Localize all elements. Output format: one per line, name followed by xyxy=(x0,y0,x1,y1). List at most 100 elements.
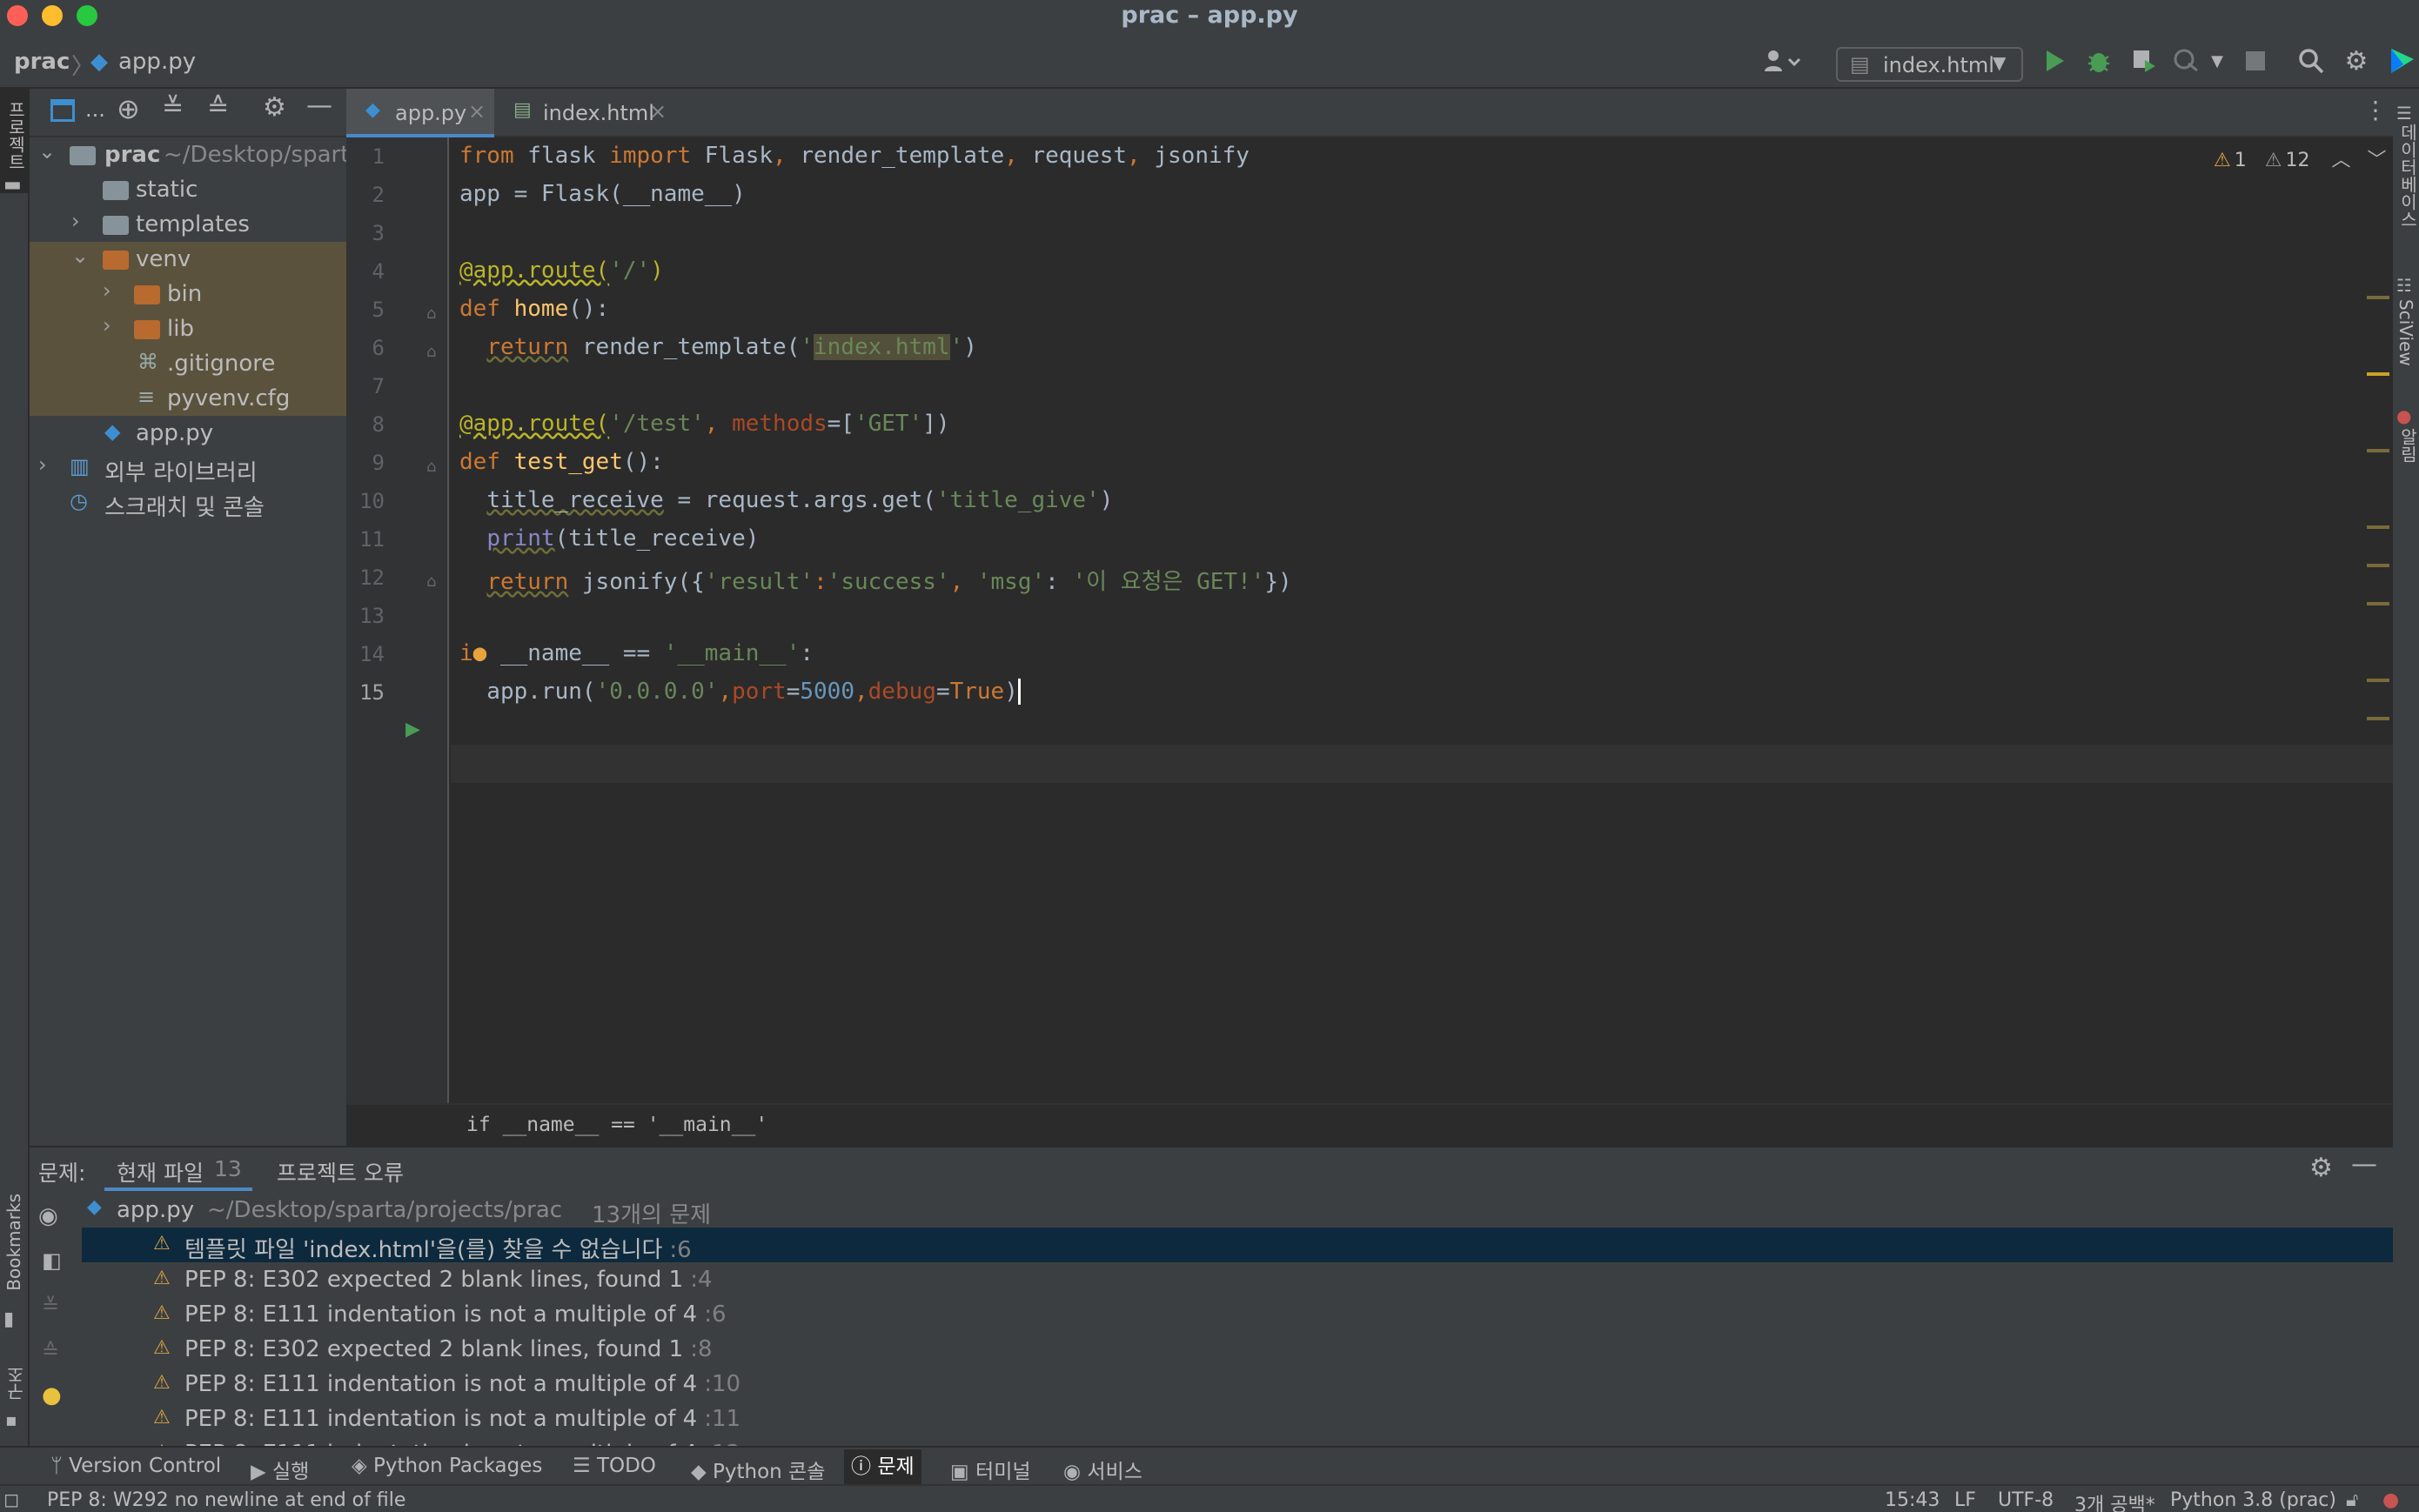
line-number[interactable]: 8 xyxy=(346,412,385,437)
problem-row[interactable]: ⚠ PEP 8: E111 indentation is not a multip… xyxy=(82,1402,2393,1436)
python-interpreter[interactable]: Python 3.8 (prac) xyxy=(2170,1489,2336,1511)
code-line-10[interactable]: title_receive = request.args.get('title_… xyxy=(459,487,1113,513)
hide-panel-icon[interactable]: — xyxy=(2351,1149,2377,1180)
code-line-2[interactable]: app = Flask(__name__) xyxy=(459,181,746,207)
chevron-right-icon[interactable]: › xyxy=(103,313,111,338)
expand-all-icon[interactable]: ≚ xyxy=(42,1294,59,1318)
tool-run[interactable]: ▶ 실행 xyxy=(251,1455,309,1484)
settings-gear-icon[interactable]: ⚙ xyxy=(2341,45,2372,77)
line-number[interactable]: 4 xyxy=(346,259,385,284)
warning-marker[interactable] xyxy=(2367,717,2389,720)
tree-item-bin[interactable]: › bin xyxy=(30,277,346,311)
project-view-selector[interactable]: ... xyxy=(85,97,105,122)
code-line-9[interactable]: def test_get(): xyxy=(459,449,664,475)
coverage-icon[interactable] xyxy=(2128,45,2160,77)
jetbrains-toolbox-icon[interactable] xyxy=(2386,45,2417,77)
breadcrumb-file[interactable]: app.py xyxy=(118,49,196,75)
code-breadcrumb[interactable]: if __name__ == '__main__' xyxy=(346,1103,2393,1146)
settings-gear-icon[interactable]: ⚙ xyxy=(263,92,286,123)
line-number[interactable]: 1 xyxy=(346,144,385,169)
close-tab-icon[interactable]: × xyxy=(468,99,486,124)
run-icon[interactable] xyxy=(2040,45,2071,77)
fold-marker-icon[interactable]: ⌂ xyxy=(426,343,436,361)
status-message[interactable]: PEP 8: W292 no newline at end of file xyxy=(47,1489,405,1511)
tool-todo[interactable]: ☰ TODO xyxy=(573,1455,656,1477)
eye-icon[interactable]: ◉ xyxy=(38,1203,58,1229)
search-icon[interactable] xyxy=(2295,45,2327,77)
chevron-right-icon[interactable]: › xyxy=(71,209,80,233)
fold-marker-icon[interactable]: ⌂ xyxy=(426,304,436,323)
close-tab-icon[interactable]: × xyxy=(649,99,667,124)
code-line-8[interactable]: @app.route('/test', methods=['GET']) xyxy=(459,411,950,437)
structure-tool-label[interactable]: 구조 xyxy=(3,1366,29,1401)
code-line-6[interactable]: return render_template('index.html') xyxy=(459,334,977,360)
breadcrumb-project[interactable]: prac xyxy=(14,49,70,75)
problem-row[interactable]: ⚠ PEP 8: E111 indentation is not a multip… xyxy=(82,1367,2393,1402)
code-line-4[interactable]: @app.route('/') xyxy=(459,258,664,284)
database-tool-label[interactable]: 데이터베이스 xyxy=(2396,124,2419,228)
line-number[interactable]: 5 xyxy=(346,298,385,322)
problems-file-row[interactable]: ◆ app.py ~/Desktop/sparta/projects/prac … xyxy=(82,1193,2393,1228)
line-number[interactable]: 3 xyxy=(346,221,385,245)
line-number[interactable]: 13 xyxy=(346,604,385,628)
fold-marker-icon[interactable]: ⌂ xyxy=(426,458,436,476)
profile-icon[interactable] xyxy=(2170,45,2201,77)
tool-python-console[interactable]: ◆ Python 콘솔 xyxy=(691,1455,825,1484)
line-number[interactable]: 7 xyxy=(346,374,385,398)
next-problem-icon[interactable]: ﹀ xyxy=(2367,150,2386,171)
error-marker[interactable] xyxy=(2367,372,2389,376)
preview-icon[interactable]: ◧ xyxy=(42,1248,62,1273)
chevron-down-icon[interactable]: ⌄ xyxy=(71,244,89,268)
line-number[interactable]: 2 xyxy=(346,183,385,207)
collapse-all-icon[interactable]: ≙ xyxy=(42,1339,59,1363)
line-number[interactable]: 11 xyxy=(346,527,385,552)
warning-marker[interactable] xyxy=(2367,449,2389,452)
tree-root-prac[interactable]: ⌄ prac ~/Desktop/sparta xyxy=(30,137,363,172)
tool-terminal[interactable]: ▣ 터미널 xyxy=(950,1455,1031,1484)
warning-marker[interactable] xyxy=(2367,679,2389,682)
tool-problems[interactable]: ⓘ 문제 xyxy=(844,1449,921,1484)
line-number[interactable]: 6 xyxy=(346,336,385,360)
chevron-right-icon[interactable]: › xyxy=(103,278,111,303)
hide-panel-icon[interactable]: — xyxy=(306,90,332,121)
tool-services[interactable]: ◉ 서비스 xyxy=(1063,1455,1142,1484)
previous-problem-icon[interactable]: ︿ xyxy=(2331,150,2350,171)
bookmarks-tool-label[interactable]: Bookmarks xyxy=(3,1194,24,1291)
line-number[interactable]: 15 xyxy=(346,680,385,705)
warning-marker[interactable] xyxy=(2367,564,2389,567)
code-line-12[interactable]: return jsonify({'result':'success', 'msg… xyxy=(459,564,1291,596)
tree-item-static[interactable]: static xyxy=(30,172,346,207)
code-line-1[interactable]: from flask import Flask, render_template… xyxy=(459,143,1250,169)
line-separator[interactable]: LF xyxy=(1954,1489,1976,1511)
tree-item-lib[interactable]: › lib xyxy=(30,311,346,346)
line-number[interactable]: 10 xyxy=(346,489,385,513)
sciview-tool-label[interactable]: SciView xyxy=(2396,299,2416,366)
tab-current-file[interactable]: 현재 파일 13 xyxy=(104,1147,252,1191)
debug-icon[interactable] xyxy=(2083,45,2114,77)
collapse-all-icon[interactable]: ≙ xyxy=(207,92,229,123)
indent-setting[interactable]: 3개 공백* xyxy=(2074,1489,2155,1512)
tab-actions-icon[interactable]: ⋮ xyxy=(2363,96,2388,124)
tool-python-packages[interactable]: ◈ Python Packages xyxy=(352,1455,542,1477)
tree-item-app-py[interactable]: ◆ app.py xyxy=(30,416,346,451)
problem-row[interactable]: ⚠ PEP 8: E302 expected 2 blank lines, fou… xyxy=(82,1262,2393,1297)
code-line-15[interactable]: app.run('0.0.0.0',port=5000,debug=True) xyxy=(459,679,1021,705)
code-line-11[interactable]: print(title_receive) xyxy=(459,525,759,552)
chevron-right-icon[interactable]: › xyxy=(38,452,47,477)
warning-marker[interactable] xyxy=(2367,296,2389,299)
tree-item-gitignore[interactable]: ⌘ .gitignore xyxy=(30,346,346,381)
tree-item-scratches[interactable]: ◷ 스크래치 및 콘솔 xyxy=(30,485,346,521)
warning-marker[interactable] xyxy=(2367,602,2389,605)
stop-icon[interactable] xyxy=(2240,45,2271,77)
tab-project-errors[interactable]: 프로젝트 오류 xyxy=(277,1156,404,1188)
lock-icon[interactable]: 🔓︎ xyxy=(2346,1489,2358,1511)
run-configuration-selector[interactable]: ▤ index.html ▼ xyxy=(1836,47,2023,82)
warning-marker[interactable] xyxy=(2367,525,2389,529)
lightbulb-icon[interactable]: ● xyxy=(42,1382,62,1408)
tree-item-pyvenv[interactable]: ≡ pyvenv.cfg xyxy=(30,381,346,416)
problem-row[interactable]: ⚠ PEP 8: E302 expected 2 blank lines, fou… xyxy=(82,1332,2393,1367)
locate-file-icon[interactable]: ⊕ xyxy=(117,92,140,125)
tool-version-control[interactable]: ᛘ Version Control xyxy=(50,1455,221,1477)
project-view-icon[interactable] xyxy=(50,99,75,122)
account-icon[interactable] xyxy=(1758,45,1806,77)
